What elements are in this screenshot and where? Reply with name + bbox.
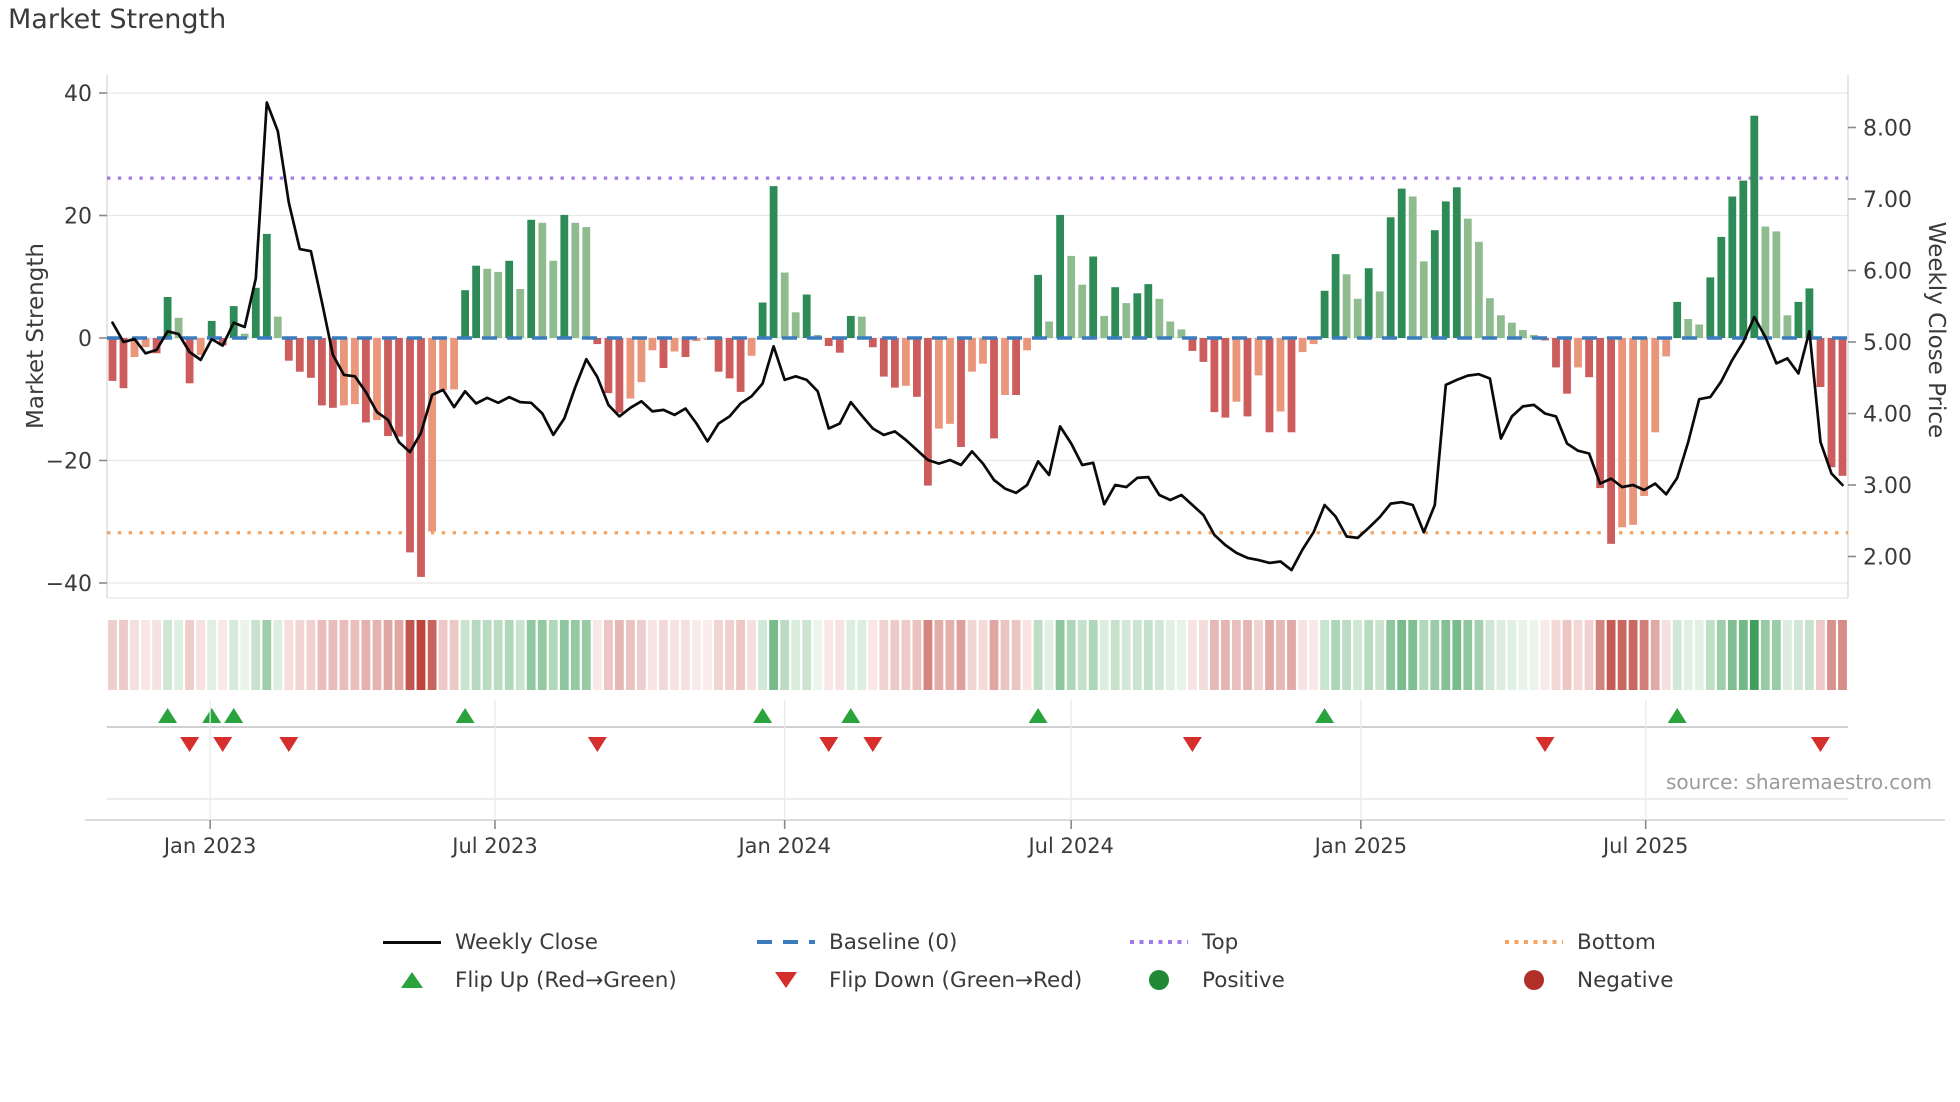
chart-canvas: Jan 2023 Jul 2023 Jan 2024 Jul 2024 Jan 2025…	[46, 75, 1945, 858]
left-tick-label: 20	[64, 205, 92, 230]
triangle-down-icon	[757, 972, 815, 988]
legend-bottom: Bottom	[1505, 928, 1656, 956]
legend-label: Bottom	[1577, 929, 1656, 955]
left-tick-label: −20	[46, 450, 92, 475]
right-tick-label: 5.00	[1863, 331, 1912, 356]
legend-label: Flip Down (Green→Red)	[829, 967, 1083, 993]
legend-positive: Positive	[1130, 966, 1285, 994]
triangle-up-icon	[383, 972, 441, 988]
right-tick-label: 2.00	[1863, 546, 1912, 571]
legend-negative: Negative	[1505, 966, 1674, 994]
right-tick-label: 3.00	[1863, 474, 1912, 499]
right-tick-label: 4.00	[1863, 403, 1912, 428]
x-tick-label: Jul 2024	[1026, 834, 1113, 858]
legend-flip-down: Flip Down (Green→Red)	[757, 966, 1082, 994]
source-note: source: sharemaestro.com	[1666, 770, 1932, 794]
right-tick-label: 6.00	[1863, 260, 1912, 285]
x-tick-label: Jan 2023	[162, 834, 257, 858]
x-tick-label: Jul 2025	[1601, 834, 1688, 858]
legend-label: Baseline (0)	[829, 929, 958, 955]
baseline-dash-icon	[757, 940, 815, 944]
legend-label: Top	[1202, 929, 1239, 955]
right-tick-label: 7.00	[1863, 188, 1912, 213]
x-tick-label: Jan 2024	[736, 834, 831, 858]
left-tick-label: 0	[78, 327, 92, 352]
legend-label: Weekly Close	[455, 929, 599, 955]
darkred-dot-icon	[1505, 970, 1563, 990]
x-tick-label: Jul 2023	[450, 834, 537, 858]
left-tick-label: −40	[46, 572, 92, 597]
legend-flip-up: Flip Up (Red→Green)	[383, 966, 677, 994]
weekly-close-line-icon	[383, 940, 441, 944]
legend-label: Flip Up (Red→Green)	[455, 967, 677, 993]
top-dotted-icon	[1130, 940, 1188, 944]
x-tick-label: Jan 2025	[1313, 834, 1408, 858]
left-tick-label: 40	[64, 82, 92, 107]
bottom-dotted-icon	[1505, 940, 1563, 944]
green-dot-icon	[1130, 970, 1188, 990]
legend-label: Positive	[1202, 967, 1285, 993]
legend-label: Negative	[1577, 967, 1674, 993]
legend-baseline: Baseline (0)	[757, 928, 957, 956]
market-strength-figure: Market Strength Market Strength Weekly C…	[0, 0, 1960, 1102]
right-tick-label: 8.00	[1863, 117, 1912, 142]
legend-top: Top	[1130, 928, 1238, 956]
legend-weekly-close: Weekly Close	[383, 928, 598, 956]
